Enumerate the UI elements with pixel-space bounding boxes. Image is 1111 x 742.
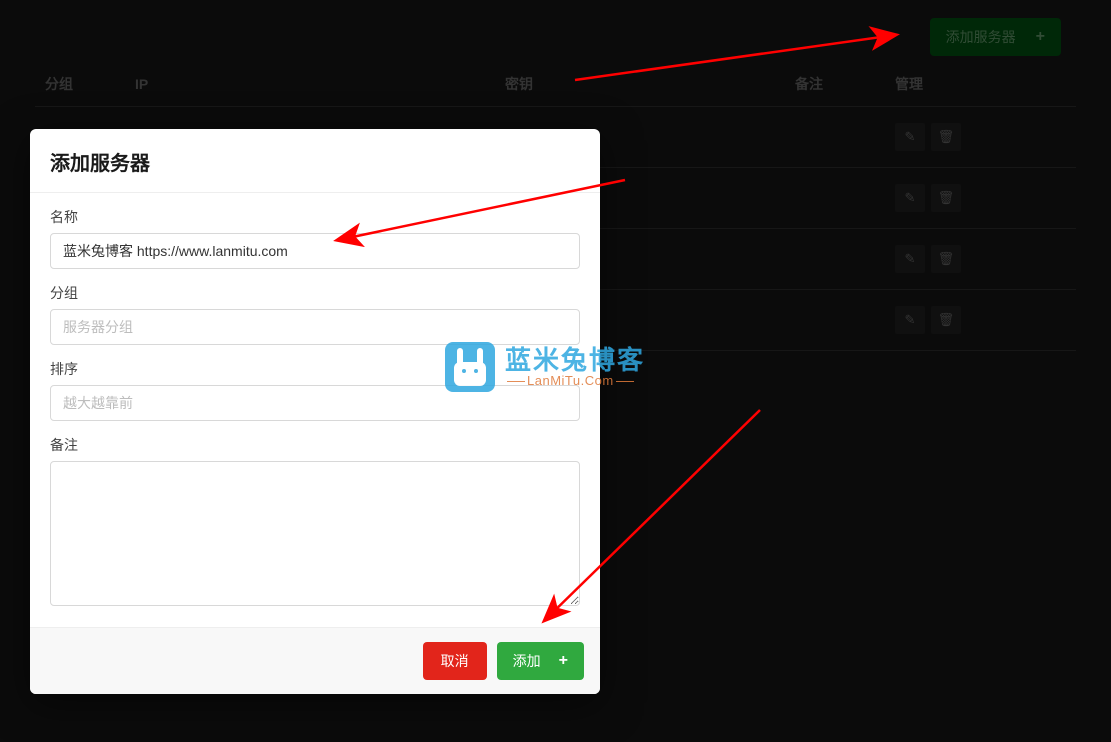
trash-icon: 🗑 bbox=[938, 129, 955, 145]
edit-icon: ✎ bbox=[905, 129, 916, 145]
label-name: 名称 bbox=[50, 207, 580, 227]
submit-add-button[interactable]: 添加 + bbox=[497, 642, 584, 680]
trash-icon: 🗑 bbox=[938, 190, 955, 206]
edit-button[interactable]: ✎ bbox=[895, 245, 925, 273]
edit-button[interactable]: ✎ bbox=[895, 184, 925, 212]
cancel-button[interactable]: 取消 bbox=[423, 642, 487, 680]
label-sort: 排序 bbox=[50, 359, 580, 379]
delete-button[interactable]: 🗑 bbox=[931, 123, 961, 151]
form-group-group: 分组 bbox=[50, 283, 580, 345]
edit-icon: ✎ bbox=[905, 190, 916, 206]
modal-title: 添加服务器 bbox=[50, 147, 580, 176]
delete-button[interactable]: 🗑 bbox=[931, 245, 961, 273]
col-header-group: 分组 bbox=[35, 62, 125, 107]
remark-textarea[interactable] bbox=[50, 461, 580, 606]
sort-input[interactable] bbox=[50, 385, 580, 421]
edit-button[interactable]: ✎ bbox=[895, 123, 925, 151]
col-header-key: 密钥 bbox=[495, 62, 785, 107]
table-header-row: 分组 IP 密钥 备注 管理 bbox=[35, 62, 1076, 107]
modal-header: 添加服务器 bbox=[30, 129, 600, 193]
cancel-button-label: 取消 bbox=[441, 651, 469, 671]
delete-button[interactable]: 🗑 bbox=[931, 306, 961, 334]
form-group-sort: 排序 bbox=[50, 359, 580, 421]
add-server-button-label: 添加服务器 bbox=[946, 27, 1016, 47]
col-header-remark: 备注 bbox=[785, 62, 885, 107]
modal-body: 名称 分组 排序 备注 bbox=[30, 193, 600, 627]
label-remark: 备注 bbox=[50, 435, 580, 455]
plus-icon: + bbox=[1036, 28, 1045, 46]
modal-footer: 取消 添加 + bbox=[30, 627, 600, 694]
trash-icon: 🗑 bbox=[938, 251, 955, 267]
name-input[interactable] bbox=[50, 233, 580, 269]
form-group-remark: 备注 bbox=[50, 435, 580, 609]
submit-add-button-label: 添加 bbox=[513, 651, 541, 671]
col-header-ip: IP bbox=[125, 62, 495, 107]
trash-icon: 🗑 bbox=[938, 312, 955, 328]
plus-icon: + bbox=[559, 652, 568, 670]
delete-button[interactable]: 🗑 bbox=[931, 184, 961, 212]
edit-button[interactable]: ✎ bbox=[895, 306, 925, 334]
edit-icon: ✎ bbox=[905, 312, 916, 328]
form-group-name: 名称 bbox=[50, 207, 580, 269]
label-group: 分组 bbox=[50, 283, 580, 303]
group-input[interactable] bbox=[50, 309, 580, 345]
add-server-button[interactable]: 添加服务器 + bbox=[930, 18, 1061, 56]
col-header-manage: 管理 bbox=[885, 62, 1076, 107]
edit-icon: ✎ bbox=[905, 251, 916, 267]
add-server-modal: 添加服务器 名称 分组 排序 备注 取消 添加 + bbox=[30, 129, 600, 694]
